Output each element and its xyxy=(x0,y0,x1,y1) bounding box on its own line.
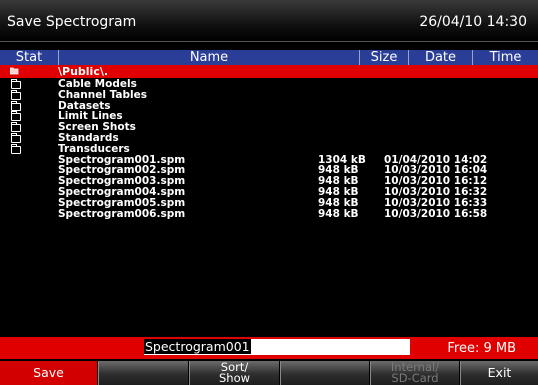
folder-icon xyxy=(11,89,21,100)
softkey-bar: Save Sort/ Show Internal/ SD-Card Exit xyxy=(0,361,538,385)
file-size: 948 kB xyxy=(318,196,359,209)
folder-icon xyxy=(11,122,21,133)
file-list-header: Stat Name Size Date Time xyxy=(0,50,538,65)
file-row[interactable]: Spectrogram005.spm 948 kB 10/03/2010 16:33 xyxy=(0,196,538,209)
window-title: Save Spectrogram xyxy=(7,14,137,30)
folder-icon xyxy=(11,132,21,143)
folder-icon xyxy=(11,143,21,154)
column-header-time[interactable]: Time xyxy=(473,50,538,65)
current-path-row[interactable]: \Public\. xyxy=(0,65,538,78)
sort-show-button[interactable]: Sort/ Show xyxy=(189,361,279,385)
current-path: \Public\. xyxy=(58,65,109,78)
file-name: Spectrogram005.spm xyxy=(58,196,186,209)
storage-label-2: SD-Card xyxy=(391,371,439,385)
folder-icon xyxy=(11,111,21,122)
file-date: 10/03/2010 16:58 xyxy=(384,207,488,220)
softkey-4[interactable] xyxy=(280,361,369,385)
sort-show-label-2: Show xyxy=(218,371,251,385)
title-bar: Save Spectrogram 26/04/10 14:30 xyxy=(0,0,538,42)
folder-icon xyxy=(11,100,21,111)
softkey-2[interactable] xyxy=(98,361,188,385)
file-list: Cable Models Channel Tables Datasets Limit … xyxy=(0,79,538,219)
file-size: 948 kB xyxy=(318,207,359,220)
column-header-date[interactable]: Date xyxy=(409,50,472,65)
column-header-stat[interactable]: Stat xyxy=(0,50,58,65)
internal-sd-card-button[interactable]: Internal/ SD-Card xyxy=(370,361,459,385)
folder-row[interactable]: Channel Tables xyxy=(0,88,538,101)
filename-value: Spectrogram001 xyxy=(144,339,251,354)
column-header-size[interactable]: Size xyxy=(360,50,408,65)
file-date: 10/03/2010 16:33 xyxy=(384,196,488,209)
file-row[interactable]: Spectrogram006.spm 948 kB 10/03/2010 16:58 xyxy=(0,207,538,220)
date-time-display: 26/04/10 14:30 xyxy=(419,14,527,30)
exit-button[interactable]: Exit xyxy=(460,361,538,385)
folder-row[interactable]: Transducers xyxy=(0,142,538,155)
free-space: Free: 9 MB xyxy=(447,341,516,356)
open-folder-icon xyxy=(10,67,19,75)
file-name: Channel Tables xyxy=(58,88,147,101)
file-name: Transducers xyxy=(58,142,130,155)
file-name: Spectrogram006.spm xyxy=(58,207,186,220)
column-header-name[interactable]: Name xyxy=(59,50,359,65)
save-button[interactable]: Save xyxy=(0,361,97,385)
filename-input[interactable]: Spectrogram001 xyxy=(144,339,410,355)
folder-icon xyxy=(11,79,21,89)
